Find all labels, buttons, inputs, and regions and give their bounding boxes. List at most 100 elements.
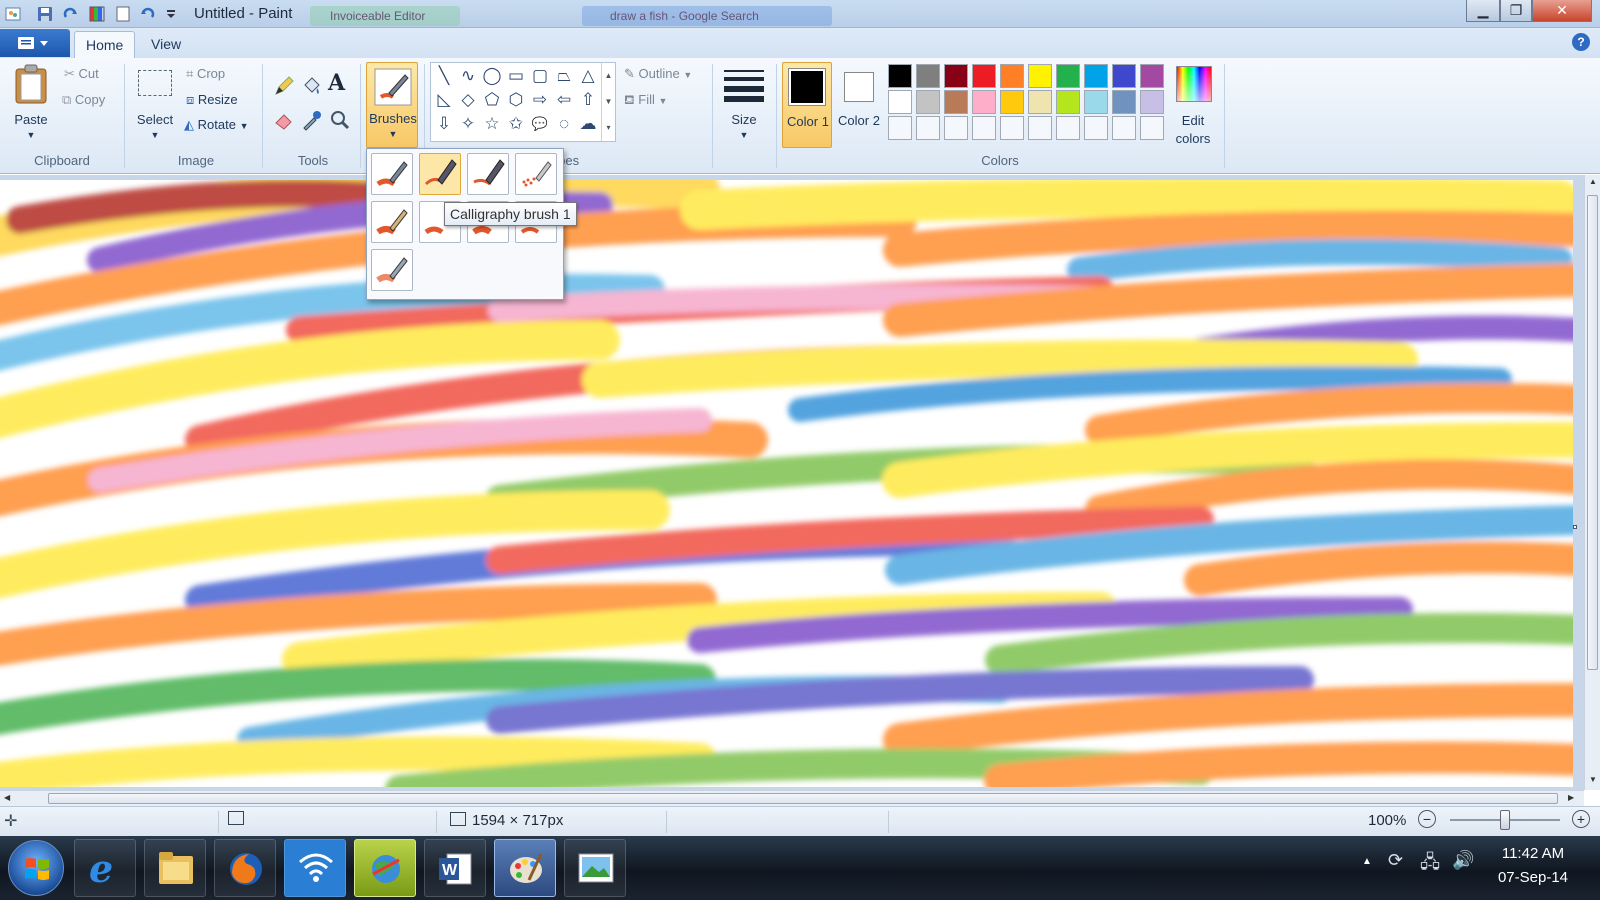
zoom-slider-thumb[interactable]: [1500, 810, 1510, 830]
palette-swatch-custom[interactable]: [1112, 116, 1136, 140]
background-tab[interactable]: draw a fish - Google Search: [582, 6, 832, 26]
palette-swatch-light-yellow[interactable]: [1028, 90, 1052, 114]
maximize-button[interactable]: ❐: [1500, 0, 1532, 22]
calligraphy-brush-2-option[interactable]: [467, 153, 509, 195]
palette-swatch-custom[interactable]: [1000, 116, 1024, 140]
palette-swatch-rose[interactable]: [972, 90, 996, 114]
tab-view[interactable]: View: [140, 31, 192, 58]
curve-shape-icon[interactable]: ∿: [457, 65, 479, 87]
background-tab[interactable]: Invoiceable Editor: [310, 6, 460, 26]
palette-swatch-white[interactable]: [888, 90, 912, 114]
paste-button[interactable]: Paste ▼: [8, 62, 54, 148]
four-point-star-shape-icon[interactable]: ✧: [457, 113, 479, 135]
outline-button[interactable]: ✎ Outline ▼: [624, 66, 692, 82]
fill-bucket-icon[interactable]: [300, 74, 324, 98]
redo-icon[interactable]: [62, 5, 80, 23]
brushes-button[interactable]: Brushes ▼: [366, 62, 418, 148]
left-arrow-shape-icon[interactable]: ⇦: [553, 89, 575, 111]
scroll-left-arrow-icon[interactable]: ◀: [4, 793, 10, 802]
rotate-button[interactable]: ◭ Rotate ▼: [184, 117, 248, 133]
taskbar-internet-explorer[interactable]: e: [74, 839, 136, 897]
hexagon-shape-icon[interactable]: ⬡: [505, 89, 527, 111]
magnifier-icon[interactable]: [328, 108, 352, 132]
palette-swatch-orange[interactable]: [1000, 64, 1024, 88]
paint-menu-button[interactable]: [0, 29, 70, 57]
palette-swatch-light-gray[interactable]: [916, 90, 940, 114]
color1-button[interactable]: Color 1: [782, 62, 832, 148]
palette-swatch-custom[interactable]: [916, 116, 940, 140]
color-picker-icon[interactable]: [300, 108, 324, 132]
palette-swatch-light-turquoise[interactable]: [1084, 90, 1108, 114]
palette-swatch-black[interactable]: [888, 64, 912, 88]
five-point-star-shape-icon[interactable]: ☆: [481, 113, 503, 135]
crop-button[interactable]: ⌗ Crop: [186, 66, 225, 82]
network-tray-icon[interactable]: 🖧: [1420, 850, 1440, 880]
palette-swatch-red[interactable]: [972, 64, 996, 88]
palette-swatch-custom[interactable]: [1028, 116, 1052, 140]
palette-swatch-dark-red[interactable]: [944, 64, 968, 88]
taskbar-photo-viewer[interactable]: [564, 839, 626, 897]
select-button[interactable]: Select ▼: [132, 62, 178, 148]
canvas-resize-handle-right[interactable]: [1573, 525, 1577, 529]
clock[interactable]: 11:42 AM 07-Sep-14: [1484, 842, 1582, 890]
size-button[interactable]: Size ▼: [718, 62, 770, 148]
zoom-in-button[interactable]: +: [1572, 810, 1590, 828]
up-arrow-shape-icon[interactable]: ⇧: [577, 89, 599, 111]
tab-home[interactable]: Home: [74, 31, 136, 58]
palette-swatch-lime[interactable]: [1056, 90, 1080, 114]
customize-toolbar-chevron-icon[interactable]: [162, 5, 180, 23]
palette-swatch-blue-gray[interactable]: [1112, 90, 1136, 114]
zoom-out-button[interactable]: −: [1418, 810, 1436, 828]
fill-button[interactable]: ⛾ Fill ▼: [624, 92, 667, 110]
polygon-shape-icon[interactable]: ⏢: [553, 65, 575, 87]
right-triangle-shape-icon[interactable]: ◺: [433, 89, 455, 111]
drawing-canvas[interactable]: [0, 180, 1573, 787]
resize-button[interactable]: ⧈ Resize: [186, 92, 238, 108]
color2-button[interactable]: Color 2: [834, 62, 884, 148]
show-hidden-icons-icon[interactable]: ▲: [1362, 856, 1372, 867]
diamond-shape-icon[interactable]: ◇: [457, 89, 479, 111]
shapes-scrollbar[interactable]: ▲ ▼ ▾: [601, 63, 615, 141]
taskbar-file-explorer[interactable]: [144, 839, 206, 897]
palette-swatch-custom[interactable]: [972, 116, 996, 140]
taskbar-firefox[interactable]: [214, 839, 276, 897]
eraser-icon[interactable]: [272, 108, 296, 132]
minimize-button[interactable]: ▁: [1466, 0, 1500, 22]
color-palette-icon[interactable]: [88, 5, 106, 23]
pentagon-shape-icon[interactable]: ⬠: [481, 89, 503, 111]
watercolor-brush-option[interactable]: [371, 249, 413, 291]
save-icon[interactable]: [36, 5, 54, 23]
palette-swatch-custom[interactable]: [1084, 116, 1108, 140]
undo-icon[interactable]: [138, 5, 156, 23]
oil-brush-option[interactable]: [371, 201, 413, 243]
copy-button[interactable]: ⧉ Copy: [62, 92, 105, 108]
taskbar-word[interactable]: W: [424, 839, 486, 897]
triangle-shape-icon[interactable]: △: [577, 65, 599, 87]
palette-swatch-gray[interactable]: [916, 64, 940, 88]
volume-tray-icon[interactable]: 🔊: [1452, 850, 1474, 871]
palette-swatch-turquoise[interactable]: [1084, 64, 1108, 88]
horizontal-scrollbar[interactable]: ◀ ▶: [0, 790, 1584, 806]
palette-swatch-purple[interactable]: [1140, 64, 1164, 88]
sync-tray-icon[interactable]: ⟳: [1388, 850, 1403, 871]
callout-shape-icon[interactable]: 💬: [529, 113, 551, 135]
help-icon[interactable]: ?: [1572, 33, 1590, 51]
start-button[interactable]: [8, 840, 64, 896]
text-tool-icon[interactable]: A: [328, 70, 345, 96]
down-arrow-shape-icon[interactable]: ⇩: [433, 113, 455, 135]
horizontal-scroll-thumb[interactable]: [48, 793, 1558, 804]
scroll-right-arrow-icon[interactable]: ▶: [1568, 793, 1574, 802]
six-point-star-shape-icon[interactable]: ✩: [505, 113, 527, 135]
cut-button[interactable]: ✂ Cut: [64, 66, 99, 82]
palette-swatch-green[interactable]: [1056, 64, 1080, 88]
palette-swatch-custom[interactable]: [888, 116, 912, 140]
line-shape-icon[interactable]: ╲: [433, 65, 455, 87]
palette-swatch-brown[interactable]: [944, 90, 968, 114]
palette-swatch-gold[interactable]: [1000, 90, 1024, 114]
vertical-scroll-thumb[interactable]: [1587, 195, 1598, 670]
paint-app-icon[interactable]: [4, 5, 22, 23]
rounded-rectangle-shape-icon[interactable]: ▢: [529, 65, 551, 87]
palette-swatch-indigo[interactable]: [1112, 64, 1136, 88]
close-button[interactable]: ✕: [1532, 0, 1592, 22]
taskbar-paint[interactable]: [494, 839, 556, 897]
